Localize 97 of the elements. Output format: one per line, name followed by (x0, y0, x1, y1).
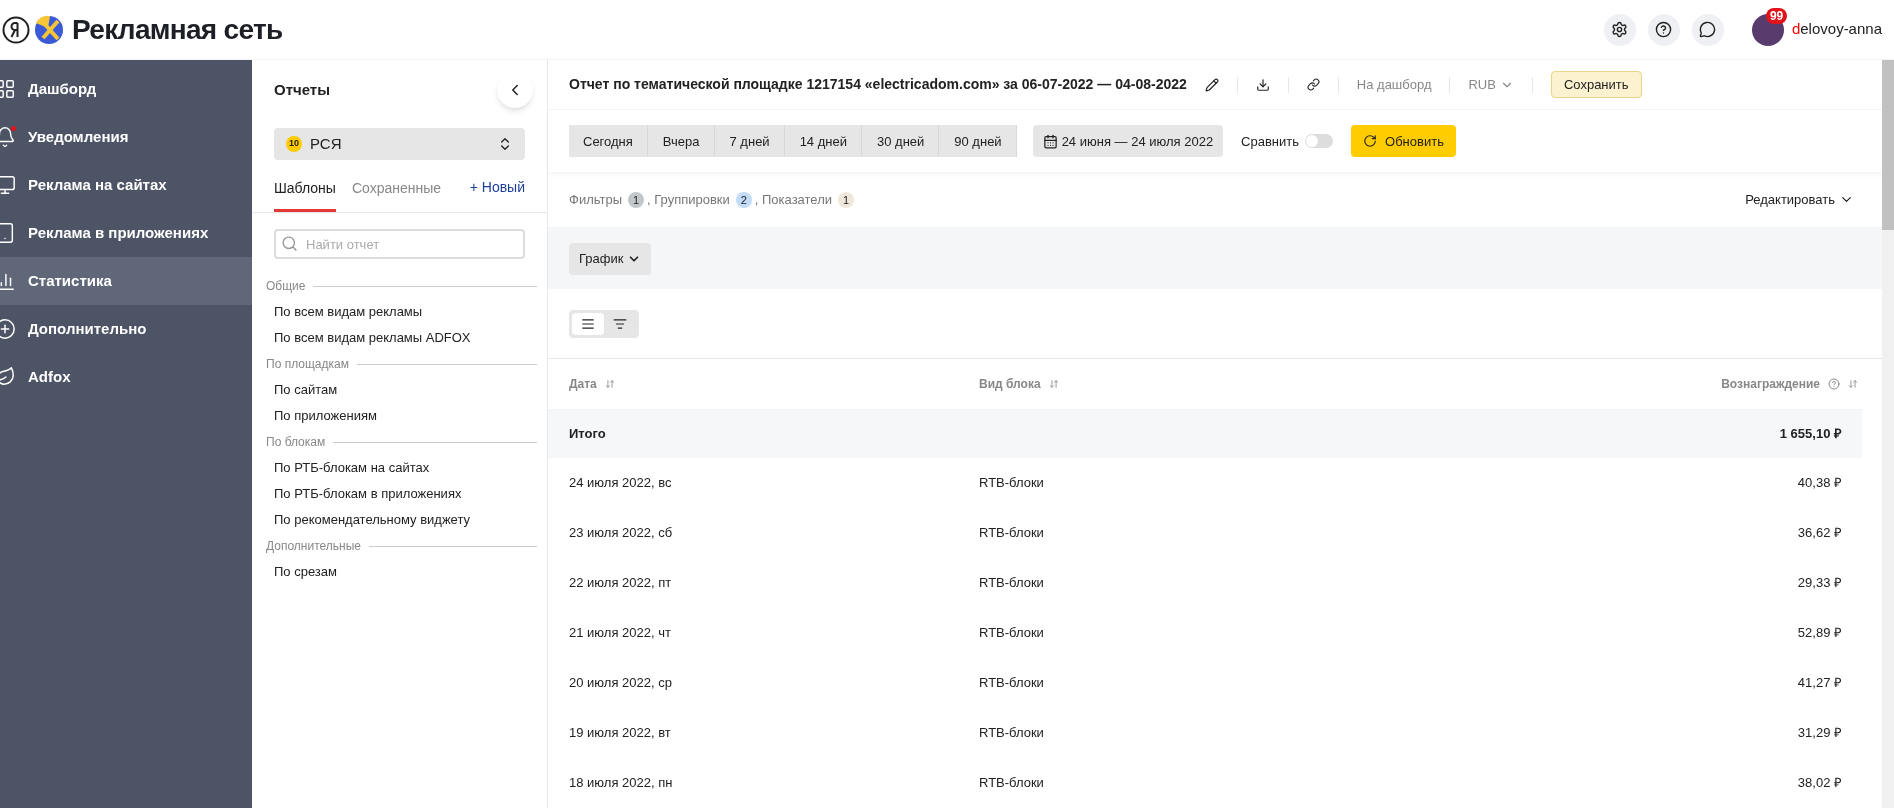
settings-label[interactable]: , Показатели (754, 190, 832, 210)
table-cell-text: 20 июля 2022, ср (569, 674, 673, 693)
table-cell-text: RTB-блоки (979, 774, 1045, 793)
total-value: 1 655,10 ₽ (1779, 425, 1842, 444)
nav-icon (0, 366, 16, 388)
table-cell-text: 36,62 ₽ (1797, 524, 1843, 543)
table-cell-text: 23 июля 2022, сб (569, 524, 674, 543)
table-cell-text: 31,29 ₽ (1797, 724, 1843, 743)
column-header[interactable]: Вознаграждение (1721, 375, 1820, 393)
dashboard-link[interactable]: На дашборд (1356, 74, 1432, 95)
indented-list-icon (613, 316, 627, 331)
link-icon[interactable] (1306, 78, 1320, 92)
group-title: Дополнительные (266, 538, 361, 555)
help-button[interactable] (1647, 13, 1680, 46)
report-template-link[interactable]: По всем видам рекламы (274, 302, 423, 322)
settings-button[interactable] (1603, 13, 1636, 46)
total-label: Итого (569, 425, 606, 444)
table-cell-text: 24 июля 2022, вс (569, 474, 673, 493)
table-cell-text: 38,02 ₽ (1797, 774, 1843, 793)
scrollbar[interactable] (1882, 60, 1894, 808)
user-name[interactable]: delovoy-anna (1791, 18, 1882, 41)
gear-icon (1611, 21, 1629, 38)
date-range-button[interactable]: 24 июня — 24 июля 2022 (1032, 125, 1224, 158)
nav-item[interactable]: Adfox (0, 353, 252, 401)
table-cell-text: RTB-блоки (979, 574, 1045, 593)
table-cell-text: 52,89 ₽ (1797, 624, 1843, 643)
view-toggle-button[interactable] (572, 312, 604, 335)
nav-item[interactable]: Статистика (0, 257, 252, 305)
list-icon (581, 316, 595, 331)
yandex-logo-icon (2, 15, 30, 44)
refresh-icon (1363, 134, 1378, 149)
refresh-button[interactable]: Обновить (1351, 125, 1456, 158)
period-button[interactable]: Сегодня (569, 125, 648, 158)
report-search-field[interactable]: Найти отчет (274, 229, 525, 259)
settings-label[interactable]: , Группировки (647, 190, 730, 210)
table-cell-text: 40,38 ₽ (1797, 474, 1843, 493)
table-cell-text: 41,27 ₽ (1797, 674, 1843, 693)
table-cell-text: RTB-блоки (979, 674, 1045, 693)
download-icon[interactable] (1255, 77, 1270, 92)
nav-icon (0, 222, 16, 244)
group-title: Общие (266, 278, 306, 295)
nav-item[interactable]: Реклама на сайтах (0, 161, 252, 209)
panel-tab[interactable]: Сохраненные (351, 172, 442, 212)
count-badge: 2 (735, 191, 752, 208)
report-template-link[interactable]: По срезам (274, 562, 337, 582)
report-template-link[interactable]: По РТБ-блокам в приложениях (274, 484, 462, 504)
edit-icon[interactable] (1204, 77, 1219, 92)
panel-tab[interactable]: Шаблоны (274, 172, 336, 212)
nav-icon (0, 318, 16, 340)
app-title: Рекламная сеть (72, 12, 283, 47)
notification-count-badge: 99 (1765, 7, 1788, 24)
group-title: По блокам (266, 434, 326, 451)
table-cell-text: RTB-блоки (979, 474, 1045, 493)
count-badge: 1 (838, 191, 854, 208)
network-logo-icon (34, 14, 64, 45)
currency-select[interactable]: RUB (1468, 74, 1514, 95)
user-avatar[interactable] (1751, 13, 1784, 46)
table-cell-text: RTB-блоки (979, 724, 1045, 743)
table-cell-text: RTB-блоки (979, 624, 1045, 643)
nav-icon (0, 126, 16, 148)
table-cell-text: 21 июля 2022, чт (569, 624, 672, 643)
report-template-link[interactable]: По сайтам (274, 380, 338, 400)
search-icon (281, 235, 298, 252)
settings-label[interactable]: Фильтры (569, 190, 622, 210)
edit-settings-button[interactable]: Редактировать (1745, 190, 1854, 210)
nav-icon (0, 78, 16, 100)
help-icon (1655, 21, 1673, 38)
chat-button[interactable] (1691, 13, 1724, 46)
calendar-icon (1042, 133, 1058, 149)
new-report-link[interactable]: + Новый (469, 177, 525, 212)
table-cell-text: 18 июля 2022, пн (569, 774, 674, 793)
table-cell-text: RTB-блоки (979, 524, 1045, 543)
compare-label: Сравнить (1241, 132, 1300, 151)
table-cell-text: 19 июля 2022, вт (569, 724, 672, 743)
report-template-link[interactable]: По приложениям (274, 406, 377, 426)
report-template-link[interactable]: По РТБ-блокам на сайтах (274, 458, 430, 478)
report-title: Отчет по тематической площадке 1217154 «electricadom.com» за 06-07-2022 — 04-08-2022 (569, 75, 1187, 95)
table-cell-text: 22 июля 2022, пт (569, 574, 673, 593)
save-button[interactable]: Сохранить (1550, 70, 1642, 99)
nav-item[interactable]: Дашборд (0, 65, 252, 113)
report-template-link[interactable]: По рекомендательному виджету (274, 510, 470, 530)
nav-icon (0, 174, 16, 196)
chart-dropdown-button[interactable]: График (569, 242, 652, 275)
source-select[interactable]: 10 РСЯ (274, 128, 525, 160)
panel-title: Отчеты (274, 79, 331, 100)
nav-item[interactable]: Реклама в приложениях (0, 209, 252, 257)
nav-item[interactable]: Дополнительно (0, 305, 252, 353)
source-badge: 10 (286, 136, 302, 152)
compare-toggle[interactable] (1305, 134, 1334, 149)
column-header[interactable]: Вид блока (979, 375, 1041, 393)
chat-bubble-icon (1699, 21, 1717, 38)
group-title: По площадкам (266, 356, 349, 373)
nav-item[interactable]: Уведомления (0, 113, 252, 161)
report-template-link[interactable]: По всем видам рекламы ADFOX (274, 328, 471, 348)
count-badge: 1 (628, 191, 644, 208)
column-header[interactable]: Дата (569, 375, 597, 393)
table-cell-text: 29,33 ₽ (1797, 574, 1843, 593)
